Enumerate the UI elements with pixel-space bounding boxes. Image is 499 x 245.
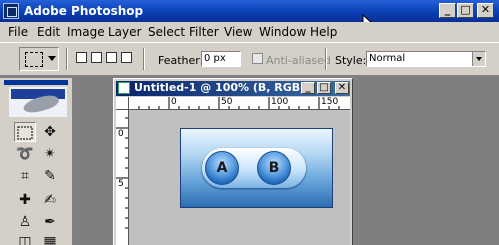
ruler-label: 100 bbox=[271, 97, 289, 107]
intersect-selection-icon[interactable] bbox=[121, 52, 132, 63]
lasso-tool[interactable]: ➰ bbox=[14, 144, 36, 164]
healing-brush-tool[interactable]: ✚ bbox=[14, 190, 36, 210]
close-button[interactable]: ✕ bbox=[477, 3, 494, 18]
slice-tool[interactable]: ✎ bbox=[39, 166, 61, 186]
stamp-tool[interactable]: ♙ bbox=[14, 212, 36, 232]
app-title: Adobe Photoshop bbox=[24, 4, 144, 18]
doc-minimize-button[interactable]: _ bbox=[301, 82, 315, 94]
ruler-ticks bbox=[138, 97, 340, 109]
gradient-icon: ▦ bbox=[43, 234, 57, 245]
canvas-area[interactable]: A B bbox=[129, 110, 350, 245]
doc-close-button[interactable]: ✕ bbox=[335, 82, 349, 94]
history-brush-tool[interactable]: ✒ bbox=[39, 212, 61, 232]
menu-select[interactable]: Select bbox=[148, 25, 185, 39]
healing-brush-icon: ✚ bbox=[19, 192, 31, 208]
stamp-icon: ♙ bbox=[18, 214, 32, 230]
document-title-bar[interactable]: Untitled-1 @ 100% (B, RGB... _ □ ✕ bbox=[116, 81, 350, 96]
crop-icon: ⌗ bbox=[21, 168, 29, 184]
eraser-icon: ◫ bbox=[18, 234, 32, 245]
horizontal-ruler[interactable]: 0 50 100 150 bbox=[129, 97, 350, 110]
feather-input[interactable]: 0 px bbox=[201, 51, 241, 67]
maximize-button[interactable]: □ bbox=[457, 3, 474, 18]
add-selection-icon[interactable] bbox=[91, 52, 102, 63]
photoshop-window: Adobe Photoshop _ □ ✕ File Edit Image La… bbox=[0, 0, 499, 245]
chevron-down-icon[interactable] bbox=[472, 52, 485, 66]
document-window: Untitled-1 @ 100% (B, RGB... _ □ ✕ 0 50 … bbox=[113, 78, 353, 245]
toolbox-header[interactable] bbox=[4, 80, 68, 85]
options-bar: Feather: 0 px Anti-aliased Style: Normal bbox=[0, 42, 499, 76]
brush-tool[interactable]: ✍ bbox=[39, 190, 61, 210]
move-icon: ✥ bbox=[44, 124, 56, 140]
ruler-label: 0 bbox=[118, 129, 124, 139]
menu-image[interactable]: Image bbox=[67, 25, 105, 39]
title-bar: Adobe Photoshop _ □ ✕ bbox=[0, 0, 499, 35]
menu-bar: File Edit Image Layer Select Filter View… bbox=[0, 22, 499, 42]
menu-view[interactable]: View bbox=[224, 25, 252, 39]
menu-help[interactable]: Help bbox=[310, 25, 337, 39]
slice-icon: ✎ bbox=[44, 168, 56, 184]
feather-icon bbox=[21, 91, 61, 117]
ruler-label: 50 bbox=[221, 97, 233, 107]
lasso-icon: ➰ bbox=[16, 146, 34, 162]
photoshop-icon bbox=[3, 3, 19, 19]
magic-wand-icon: ✴ bbox=[44, 146, 56, 162]
move-tool[interactable]: ✥ bbox=[39, 122, 61, 142]
vertical-ruler[interactable]: 0 5 bbox=[116, 110, 129, 245]
gradient-tool[interactable]: ▦ bbox=[39, 232, 61, 245]
subtract-selection-icon[interactable] bbox=[106, 52, 117, 63]
magic-wand-tool[interactable]: ✴ bbox=[39, 144, 61, 164]
brush-icon: ✍ bbox=[44, 192, 56, 208]
chevron-down-icon bbox=[48, 56, 56, 61]
crop-tool[interactable]: ⌗ bbox=[14, 166, 36, 186]
document-icon bbox=[118, 82, 130, 94]
marquee-tool[interactable] bbox=[14, 122, 36, 142]
toolbox-logo[interactable] bbox=[9, 87, 67, 117]
menu-filter[interactable]: Filter bbox=[189, 25, 219, 39]
new-selection-icon[interactable] bbox=[76, 52, 87, 63]
separator bbox=[66, 48, 68, 70]
antialias-label: Anti-aliased bbox=[266, 54, 331, 67]
canvas-image[interactable]: A B bbox=[180, 128, 333, 208]
minimize-button[interactable]: _ bbox=[439, 3, 456, 18]
style-value: Normal bbox=[369, 53, 406, 64]
separator bbox=[143, 48, 145, 70]
ruler-label: 150 bbox=[321, 97, 339, 107]
antialias-checkbox[interactable] bbox=[252, 53, 263, 64]
history-brush-icon: ✒ bbox=[44, 214, 56, 230]
separator bbox=[325, 48, 327, 70]
ruler-corner[interactable] bbox=[116, 97, 129, 110]
marquee-icon bbox=[17, 126, 33, 140]
style-select[interactable]: Normal bbox=[366, 51, 486, 67]
tool-preset-picker[interactable] bbox=[19, 47, 59, 71]
menu-layer[interactable]: Layer bbox=[108, 25, 141, 39]
orb-button-a: A bbox=[205, 151, 239, 185]
ruler-label: 5 bbox=[118, 179, 124, 189]
style-label: Style: bbox=[335, 54, 367, 67]
doc-maximize-button[interactable]: □ bbox=[317, 82, 331, 94]
orb-button-b: B bbox=[257, 151, 291, 185]
marquee-icon bbox=[25, 52, 43, 67]
menu-file[interactable]: File bbox=[8, 25, 28, 39]
eraser-tool[interactable]: ◫ bbox=[14, 232, 36, 245]
feather-label: Feather: bbox=[158, 54, 204, 67]
menu-window[interactable]: Window bbox=[259, 25, 306, 39]
document-title: Untitled-1 @ 100% (B, RGB... bbox=[134, 81, 313, 94]
ruler-label: 0 bbox=[171, 97, 177, 107]
toolbox: ✥ ➰ ✴ ⌗ ✎ ✚ ✍ ♙ ✒ ◫ ▦ bbox=[0, 78, 73, 245]
menu-edit[interactable]: Edit bbox=[37, 25, 60, 39]
